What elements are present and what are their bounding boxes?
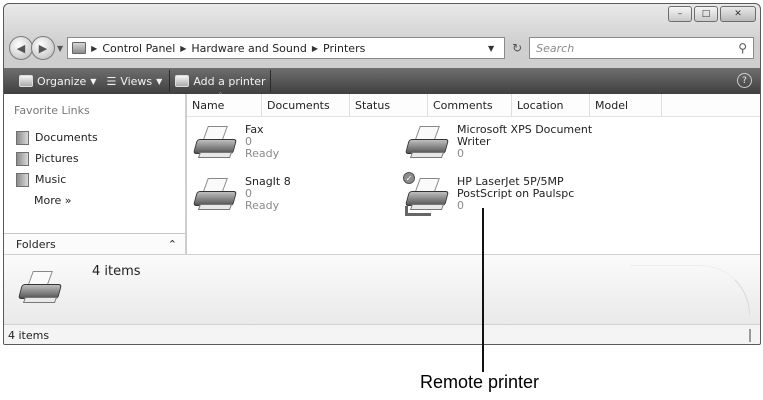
callout-label: Remote printer xyxy=(420,372,540,392)
decorative-swoosh xyxy=(630,265,750,315)
printer-item-snagit[interactable]: SnagIt 8 0 Ready xyxy=(192,176,291,216)
column-model[interactable]: Model xyxy=(590,94,662,116)
favorite-links-heading: Favorite Links xyxy=(14,104,90,117)
printer-documents: 0 xyxy=(457,147,464,160)
details-item-count: 4 items xyxy=(92,264,141,279)
nav-item-pictures[interactable]: Pictures xyxy=(16,148,98,169)
nav-item-music[interactable]: Music xyxy=(16,169,98,190)
column-name[interactable]: ⌃ Name xyxy=(187,91,262,116)
help-button[interactable]: ? xyxy=(737,73,752,88)
window-controls: – □ ✕ xyxy=(668,6,756,22)
column-label: Model xyxy=(595,99,629,112)
printers-folder-icon xyxy=(72,42,87,54)
printer-item-xps[interactable]: Microsoft XPS Document Writer 0 xyxy=(404,124,592,164)
nav-item-label: Documents xyxy=(35,131,98,144)
network-printer-icon: ✓ xyxy=(403,172,453,216)
organize-icon xyxy=(19,75,33,87)
chevron-up-icon: ⌃ xyxy=(167,237,177,251)
address-row: ◀ ▶ ▼ ▶ Control Panel ▶ Hardware and Sou… xyxy=(9,35,754,61)
printer-status: Ready xyxy=(245,147,280,160)
column-label: Status xyxy=(355,99,391,112)
resize-grip-icon[interactable] xyxy=(749,329,751,342)
views-icon: ☰ xyxy=(106,74,117,88)
pictures-icon xyxy=(16,151,29,166)
breadcrumb-control-panel[interactable]: Control Panel xyxy=(102,42,175,55)
column-location[interactable]: Location xyxy=(512,94,590,116)
printer-icon xyxy=(404,124,453,164)
navigation-pane: Favorite Links Documents Pictures Music … xyxy=(4,94,186,254)
refresh-icon: ↻ xyxy=(512,41,523,55)
search-input[interactable]: Search ⚲ xyxy=(529,37,754,59)
forward-arrow-icon: ▶ xyxy=(38,41,48,55)
printers-folder-large-icon xyxy=(17,269,74,315)
refresh-button[interactable]: ↻ xyxy=(507,38,527,58)
documents-icon xyxy=(16,130,29,145)
column-status[interactable]: Status xyxy=(350,94,428,116)
maximize-button[interactable]: □ xyxy=(694,6,718,22)
status-bar: 4 items xyxy=(4,324,760,344)
fax-printer-icon xyxy=(192,124,241,164)
column-header: ⌃ Name Documents Status Comments Locatio… xyxy=(187,91,760,117)
sort-ascending-icon: ⌃ xyxy=(217,91,224,100)
address-bar[interactable]: ▶ Control Panel ▶ Hardware and Sound ▶ P… xyxy=(67,37,506,59)
chevron-down-icon: ▼ xyxy=(156,76,163,86)
organize-button[interactable]: Organize ▼ xyxy=(14,70,101,92)
back-arrow-icon: ◀ xyxy=(16,41,26,55)
printer-status: Ready xyxy=(245,199,280,212)
forward-button[interactable]: ▶ xyxy=(31,36,55,60)
music-icon xyxy=(16,172,29,187)
default-printer-check-icon: ✓ xyxy=(403,172,415,184)
minimize-button[interactable]: – xyxy=(668,6,692,22)
add-printer-button[interactable]: Add a printer xyxy=(169,70,272,92)
printer-name-line2: Writer xyxy=(457,135,491,148)
close-button[interactable]: ✕ xyxy=(720,6,756,22)
printer-documents: 0 xyxy=(457,199,464,212)
favorite-links-list: Documents Pictures Music More » xyxy=(16,127,98,211)
status-item-count: 4 items xyxy=(8,329,50,342)
search-icon[interactable]: ⚲ xyxy=(738,41,747,55)
views-button[interactable]: ☰ Views ▼ xyxy=(101,70,167,92)
folders-label: Folders xyxy=(16,237,56,251)
network-cable-icon xyxy=(405,206,431,216)
file-list: ⌃ Name Documents Status Comments Locatio… xyxy=(187,91,760,254)
column-comments[interactable]: Comments xyxy=(428,94,512,116)
chevron-down-icon: ▼ xyxy=(90,76,97,86)
breadcrumb-printers[interactable]: Printers xyxy=(323,42,365,55)
nav-item-more[interactable]: More » xyxy=(16,190,98,211)
details-pane: 4 items xyxy=(4,254,760,324)
printer-item-fax[interactable]: Fax 0 Ready xyxy=(192,124,280,164)
breadcrumb-hardware-and-sound[interactable]: Hardware and Sound xyxy=(191,42,306,55)
column-documents[interactable]: Documents xyxy=(262,94,350,116)
chevron-right-icon[interactable]: ▶ xyxy=(312,44,318,53)
views-label: Views xyxy=(120,74,153,88)
organize-label: Organize xyxy=(37,74,87,88)
folders-toggle[interactable]: Folders ⌃ xyxy=(4,233,185,254)
nav-item-documents[interactable]: Documents xyxy=(16,127,98,148)
callout-line xyxy=(482,208,484,372)
command-toolbar: Organize ▼ ☰ Views ▼ Add a printer ? xyxy=(4,68,760,94)
column-label: Name xyxy=(192,99,225,112)
recent-pages-dropdown[interactable]: ▼ xyxy=(57,44,63,53)
address-dropdown-icon[interactable]: ▼ xyxy=(488,44,494,53)
printer-name-line2: PostScript on Paulspc xyxy=(457,187,575,200)
printer-item-hp-laserjet[interactable]: ✓ HP LaserJet 5P/5MP PostScript on Pauls… xyxy=(403,172,575,216)
nav-item-label: Pictures xyxy=(35,152,79,165)
column-label: Comments xyxy=(433,99,493,112)
search-placeholder: Search xyxy=(536,41,575,55)
back-button[interactable]: ◀ xyxy=(9,36,33,60)
column-label: Location xyxy=(517,99,564,112)
chevron-right-icon[interactable]: ▶ xyxy=(180,44,186,53)
explorer-window: – □ ✕ ◀ ▶ ▼ ▶ Control Panel ▶ Hardware a… xyxy=(3,3,761,345)
chevron-right-icon[interactable]: ▶ xyxy=(91,44,97,53)
add-printer-label: Add a printer xyxy=(193,74,266,88)
printer-icon xyxy=(192,176,241,216)
column-label: Documents xyxy=(267,99,330,112)
add-printer-icon xyxy=(175,75,190,87)
nav-item-label: Music xyxy=(35,173,67,186)
